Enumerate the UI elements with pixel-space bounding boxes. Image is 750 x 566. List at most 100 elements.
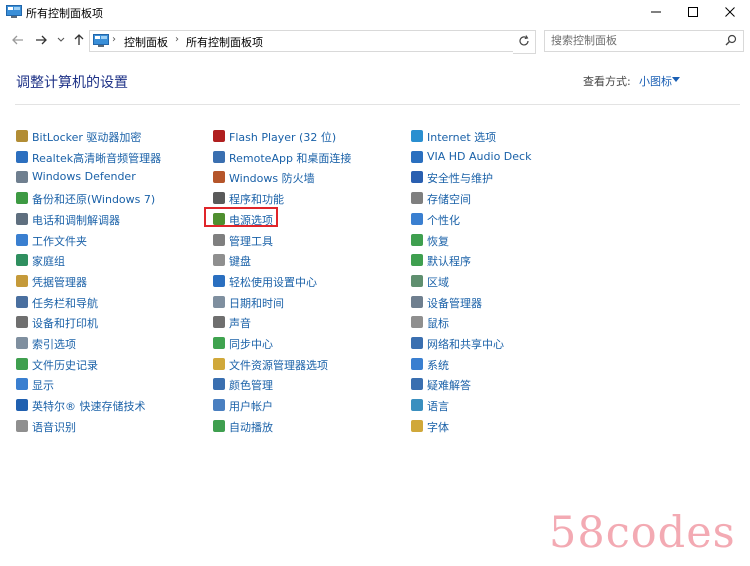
programs-icon (213, 192, 225, 205)
user-accounts-icon (213, 399, 225, 412)
system-icon (411, 357, 423, 370)
breadcrumb-separator[interactable]: › (112, 34, 116, 45)
explorer-options-icon (213, 357, 225, 370)
control-panel-item-label: 电话和调制解调器 (32, 213, 120, 227)
arrow-up-icon (74, 34, 84, 45)
control-panel-item-label: 系统 (427, 358, 449, 372)
datetime-icon (213, 295, 225, 308)
ease-access-icon (213, 274, 225, 287)
up-button[interactable] (70, 31, 88, 49)
page-heading: 调整计算机的设置 (16, 75, 128, 91)
region-icon (411, 274, 423, 287)
indexing-icon (16, 337, 28, 349)
view-by-dropdown[interactable]: 小图标 (639, 73, 672, 89)
mouse-icon (411, 316, 423, 329)
control-panel-item-label: 鼠标 (427, 317, 449, 331)
control-panel-item-label: 英特尔® 快速存储技术 (32, 400, 146, 414)
control-panel-item-label: 程序和功能 (229, 193, 284, 207)
title-bar: 所有控制面板项 (0, 0, 750, 24)
control-panel-item-label: RemoteApp 和桌面连接 (229, 151, 352, 165)
display-icon (16, 378, 28, 391)
control-panel-item-label: 用户帐户 (229, 400, 273, 414)
bitlocker-icon (16, 130, 28, 142)
defender-icon (16, 171, 28, 184)
microphone-icon (16, 419, 28, 432)
control-panel-item-label: 语言 (427, 400, 449, 414)
minimize-icon (651, 11, 661, 13)
control-panel-item-label: 安全性与维护 (427, 172, 493, 186)
autoplay-icon (213, 419, 225, 432)
chevron-down-icon (57, 37, 65, 42)
divider (15, 104, 740, 105)
back-button[interactable] (9, 31, 27, 49)
breadcrumb-all-items[interactable]: 所有控制面板项 (186, 34, 263, 50)
minimize-button[interactable] (636, 0, 676, 24)
control-panel-item-label: 索引选项 (32, 338, 76, 351)
control-panel-item-label: 文件资源管理器选项 (229, 358, 328, 372)
maximize-button[interactable] (673, 0, 713, 24)
breadcrumb-separator[interactable]: › (175, 34, 179, 45)
recent-locations-button[interactable] (54, 31, 66, 49)
arrow-left-icon (12, 35, 23, 45)
keyboard-icon (213, 254, 225, 267)
control-panel-item-label: 语音识别 (32, 420, 76, 434)
forward-button[interactable] (32, 31, 50, 49)
storage-icon (411, 192, 423, 205)
arrow-right-icon (36, 35, 47, 45)
control-panel-item-label: 凭据管理器 (32, 275, 87, 289)
security-flag-icon (411, 171, 423, 184)
control-panel-item-label: Windows Defender (32, 170, 136, 184)
control-panel-item-label: 显示 (32, 379, 54, 393)
printer-icon (16, 316, 28, 329)
control-panel-item-label: VIA HD Audio Deck (427, 149, 532, 163)
control-panel-item-label: 声音 (229, 317, 251, 331)
refresh-button[interactable] (513, 30, 536, 54)
admin-tools-icon (213, 233, 225, 246)
view-by-label: 查看方式: (583, 75, 631, 88)
refresh-icon (519, 35, 529, 46)
control-panel-item-label: 设备和打印机 (32, 317, 98, 331)
control-panel-item-label: 键盘 (229, 255, 251, 269)
watermark: 58codes (549, 508, 736, 558)
breadcrumb-control-panel[interactable]: 控制面板 (124, 34, 168, 50)
fonts-icon (411, 419, 423, 432)
chevron-down-icon[interactable] (672, 77, 680, 82)
search-box[interactable] (544, 30, 744, 52)
sync-icon (213, 337, 225, 349)
search-input[interactable] (551, 33, 716, 48)
control-panel-item-label: 备份和还原(Windows 7) (32, 193, 156, 207)
credential-icon (16, 274, 28, 287)
language-icon (411, 399, 423, 412)
control-panel-item-label: 疑难解答 (427, 379, 471, 393)
control-panel-item-label: Realtek高清晰音频管理器 (32, 151, 162, 165)
search-icon[interactable] (725, 34, 737, 46)
control-panel-item-label: 自动播放 (229, 420, 273, 434)
control-panel-item-label: 区域 (427, 275, 449, 289)
troubleshoot-icon (411, 378, 423, 391)
via-audio-icon (411, 150, 423, 163)
control-panel-item-label: Flash Player (32 位) (229, 131, 337, 144)
homegroup-icon (16, 254, 28, 267)
control-panel-item-label: 日期和时间 (229, 296, 284, 310)
control-panel-item-label: Windows 防火墙 (229, 172, 315, 186)
default-programs-icon (411, 254, 423, 267)
internet-options-icon (411, 130, 423, 142)
firewall-icon (213, 171, 225, 184)
close-button[interactable] (710, 0, 750, 24)
control-panel-icon (93, 34, 109, 47)
control-panel-item-label: 恢复 (427, 234, 449, 248)
file-history-icon (16, 357, 28, 370)
control-panel-item-label: 同步中心 (229, 338, 273, 351)
control-panel-item-label: 家庭组 (32, 255, 65, 269)
device-manager-icon (411, 295, 423, 308)
control-panel-item-label: 字体 (427, 420, 449, 434)
sound-icon (213, 316, 225, 329)
address-bar[interactable]: › 控制面板 › 所有控制面板项 (89, 30, 515, 52)
control-panel-item-label: 设备管理器 (427, 296, 482, 310)
network-icon (411, 337, 423, 349)
taskbar-icon (16, 295, 28, 308)
control-panel-item-label: BitLocker 驱动器加密 (32, 131, 142, 144)
recovery-icon (411, 233, 423, 246)
control-panel-item-label: 任务栏和导航 (32, 296, 98, 310)
personalization-icon (411, 212, 423, 225)
